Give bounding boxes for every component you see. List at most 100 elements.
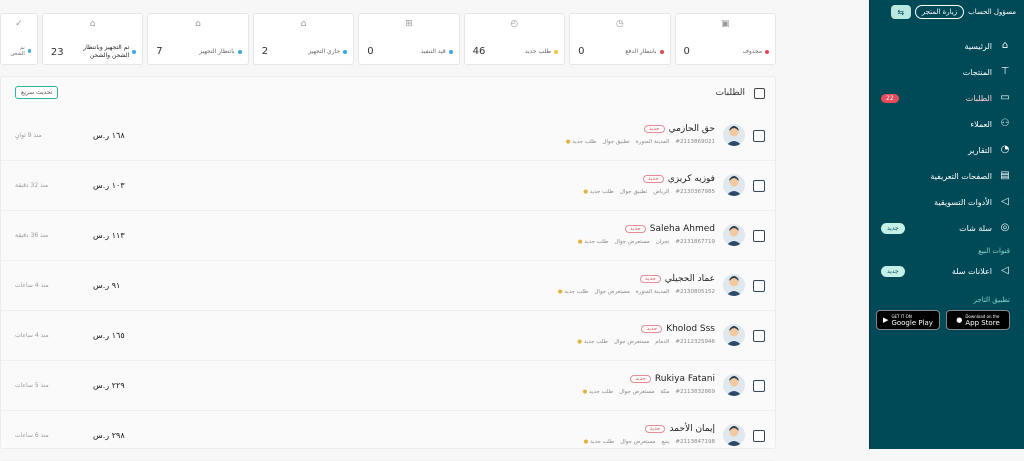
stat-card[interactable]: ◷ 0 بانتظار الدفع: [569, 13, 671, 65]
stat-card[interactable]: ▣ 0 محذوف: [674, 13, 776, 65]
order-checkbox[interactable]: [753, 430, 765, 442]
order-id-wrap: #2131867719: [675, 239, 715, 245]
stat-value: 2: [261, 46, 269, 57]
stat-value: 0: [683, 46, 690, 57]
order-checkbox[interactable]: [753, 380, 765, 392]
new-badge: جديد: [625, 225, 646, 233]
order-time: منذ 36 دقيقة: [15, 232, 49, 239]
order-source-wrap: مستعرض جوال: [620, 439, 655, 445]
order-name-line: فوزيه كريزي جديد: [643, 174, 715, 184]
stat-label: بانتظار التجهيز: [199, 48, 235, 55]
sales-nav: اعلانات سلة ◁ جديد: [870, 258, 1024, 284]
order-time: منذ 4 ساعات: [15, 332, 49, 339]
customer-name[interactable]: Rukiya Fatani: [655, 374, 715, 384]
customer-name[interactable]: فوزيه كريزي: [668, 174, 715, 184]
sidebar-item-7[interactable]: سلة شات ◎ جديد: [870, 215, 1024, 241]
order-row[interactable]: عماد الحجيلي جديد #2130805152 المدينة المنو…: [1, 261, 775, 311]
order-price: ٩١ ر.س: [93, 281, 121, 290]
order-checkbox[interactable]: [753, 330, 765, 342]
stat-card[interactable]: ◴ 46 طلب جديد: [463, 13, 566, 65]
order-checkbox[interactable]: [753, 180, 765, 192]
stat-row: 0 بانتظار الدفع: [578, 46, 664, 57]
sidebar-item-3[interactable]: العملاء ⚇: [870, 111, 1024, 137]
order-price: ٢٩٨ ر.س: [93, 431, 125, 440]
chat-icon: ◎: [1000, 222, 1010, 233]
order-price: ١١٣ ر.س: [93, 231, 125, 240]
customer-name[interactable]: Saleha Ahmed: [650, 224, 715, 234]
orders-icon: ▭: [1000, 92, 1010, 103]
order-price: ٢٢٩ ر.س: [93, 381, 125, 390]
account-manager-link[interactable]: مسؤول الحساب: [968, 8, 1016, 16]
app-store-button[interactable]: ● Download on the App Store: [946, 310, 1010, 330]
order-status: طلب جديد: [583, 339, 608, 345]
sidebar-item-label: سلة شات: [959, 223, 992, 233]
quick-update-button[interactable]: تحديث سريع: [15, 86, 59, 99]
sidebar-item-0[interactable]: الرئيسية ⌂: [870, 33, 1024, 59]
visit-store-button[interactable]: زيارة المتجر: [914, 5, 965, 19]
stat-row: 7 بانتظار التجهيز: [156, 46, 242, 57]
order-city-wrap: الدمام: [655, 339, 669, 345]
stat-label: قيد التنفيذ: [420, 48, 446, 55]
stat-value: 0: [578, 46, 585, 57]
order-row[interactable]: Saleha Ahmed جديد #2131867719 نجران مستعرض ج…: [1, 211, 775, 261]
customer-name[interactable]: إيمان الأحمد: [669, 424, 715, 434]
watch-icon: ◷: [615, 19, 624, 29]
sidebar-item-5[interactable]: الصفحات التعريفية ▤: [870, 163, 1024, 189]
customer-name[interactable]: عماد الحجيلي: [665, 274, 715, 284]
order-row[interactable]: فوزيه كريزي جديد #2130367985 الرياض تطبيق جو…: [1, 161, 775, 211]
sidebar: ⇆ زيارة المتجر مسؤول الحساب الرئيسية ⌂ الم…: [869, 0, 1024, 449]
sidebar-item-label: الطلبات: [965, 93, 992, 103]
new-badge: جديد: [643, 125, 665, 133]
avatar: [723, 424, 745, 446]
order-name-line: Saleha Ahmed جديد: [625, 224, 715, 234]
store-icon: ⌂: [300, 19, 307, 29]
status-dot: [132, 50, 137, 54]
order-row[interactable]: Kholod Sss جديد #2112325946 الدمام مستعرض جو…: [1, 311, 775, 361]
nav-badge: جديد: [881, 265, 905, 277]
home-icon: ⌂: [1001, 40, 1009, 51]
order-id-wrap: #2130367985: [675, 189, 715, 195]
stat-card[interactable]: ⌂ 2 جاري التجهيز: [252, 13, 355, 65]
order-source: مستعرض جوال: [614, 239, 650, 245]
order-checkbox[interactable]: [753, 130, 765, 142]
order-status-wrap: ● طلب جديد: [582, 389, 613, 395]
share-icon[interactable]: ⇆: [890, 5, 911, 19]
avatar: [723, 124, 745, 146]
order-city-wrap: مكة: [660, 389, 669, 395]
order-meta: #2113869021 المدينة المنورة تطبيق جوال ● طل…: [566, 139, 715, 145]
order-city-wrap: المدينة المنورة: [636, 289, 670, 295]
stat-card[interactable]: ✓ تم الشحن: [0, 13, 38, 65]
status-dot: [554, 49, 559, 54]
stat-label-wrap: بانتظار التجهيز: [199, 48, 242, 55]
order-city: مكة: [660, 389, 670, 395]
order-source-wrap: مستعرض جوال: [619, 389, 654, 395]
stat-label-wrap: تم التجهيز وبانتظار الشحن والشحن: [71, 44, 137, 60]
order-checkbox[interactable]: [753, 280, 765, 292]
shirt-icon: ⊤: [1000, 66, 1010, 77]
order-status-wrap: ● طلب جديد: [577, 339, 608, 345]
stat-card[interactable]: ⌂ 23 تم التجهيز وبانتظار الشحن والشحن: [41, 13, 144, 65]
order-row[interactable]: حق الحازمي جديد #2113869021 المدينة المنورة…: [1, 111, 775, 161]
order-name-line: Rukiya Fatani جديد: [630, 374, 715, 384]
stat-card[interactable]: ⌂ 7 بانتظار التجهيز: [147, 13, 249, 65]
order-source-wrap: مستعرض جوال: [614, 239, 649, 245]
stat-label: بانتظار الدفع: [625, 48, 657, 55]
customer-name[interactable]: Kholod Sss: [666, 324, 715, 334]
sidebar-item-1[interactable]: المنتجات ⊤: [870, 59, 1024, 85]
order-id: #2112325946: [675, 339, 715, 345]
google-play-button[interactable]: ▶ GET IT ON Google Play: [876, 310, 940, 330]
order-id-wrap: #2130805152: [675, 289, 715, 295]
order-row[interactable]: إيمان الأحمد جديد #2113847198 ينبع مستعرض جو…: [1, 411, 775, 461]
stat-card[interactable]: ⊞ 0 قيد التنفيذ: [358, 13, 460, 65]
sidebar-item-6[interactable]: الأدوات التسويقية ◁: [870, 189, 1024, 215]
order-name-line: Kholod Sss جديد: [641, 324, 715, 334]
order-checkbox[interactable]: [753, 230, 765, 242]
stat-label: محذوف: [742, 48, 762, 55]
customer-name[interactable]: حق الحازمي: [669, 124, 715, 134]
sidebar-item-0[interactable]: اعلانات سلة ◁ جديد: [870, 258, 1024, 284]
select-all-checkbox[interactable]: [754, 88, 765, 99]
sidebar-item-2[interactable]: الطلبات ▭ 22: [870, 85, 1024, 111]
order-row[interactable]: Rukiya Fatani جديد #2113832869 مكة مستعرض جو…: [1, 361, 775, 411]
google-play-label: Google Play: [891, 318, 933, 327]
sidebar-item-4[interactable]: التقارير ◔: [870, 137, 1024, 163]
